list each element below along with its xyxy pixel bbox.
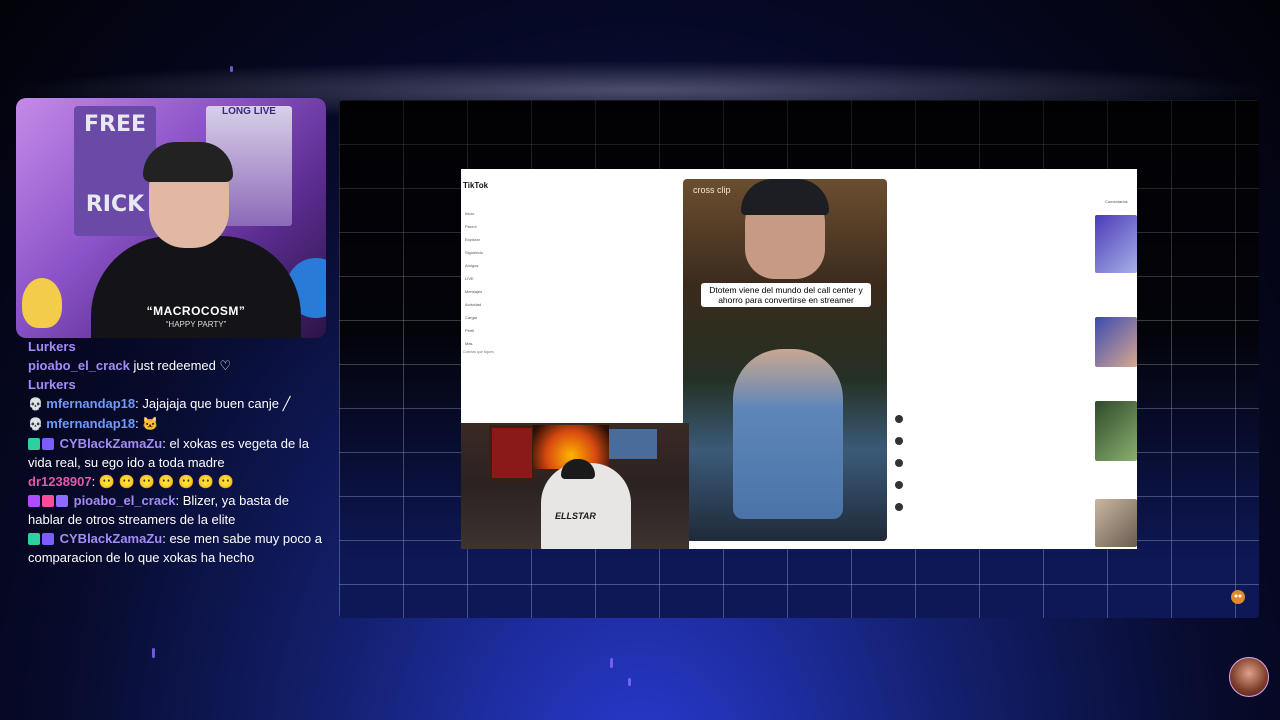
reaction-webcam-overlay: ELLSTAR <box>461 423 689 549</box>
chat-line: Lurkers <box>28 375 328 394</box>
chat-message: : Jajajaja que buen canje ╱ <box>135 396 291 411</box>
reaction-shirt-text: ELLSTAR <box>555 511 596 521</box>
avatar-icon[interactable] <box>895 415 903 423</box>
wall-tv <box>609 429 657 459</box>
gem-badge-icon <box>28 533 40 545</box>
mascot-icon <box>1229 588 1247 606</box>
tiktok-browser-capture: TikTok Inicio Para ti Explorar Siguiendo… <box>461 169 1137 549</box>
chat-line: 💀 mfernandap18: 🐱 <box>28 414 328 434</box>
chat-username: CYBlackZamaZu <box>59 436 163 451</box>
chat-username: dr1238907 <box>28 474 92 489</box>
channel-avatar[interactable] <box>1229 657 1269 697</box>
related-video-thumb[interactable] <box>1095 215 1137 273</box>
hoodie-text: “MACROCOSM” <box>146 304 246 318</box>
tiktok-comments-title: Comentarios <box>1105 199 1128 204</box>
heart-icon[interactable] <box>895 437 903 445</box>
poster-right-text: LONG LIVE <box>222 106 276 117</box>
skull-badge-icon: 💀 <box>28 417 47 431</box>
hands-badge-icon <box>56 495 68 507</box>
comment-icon[interactable] <box>895 459 903 467</box>
tiktok-nav-item[interactable]: Mensajes <box>465 289 525 302</box>
sparkle-decoration <box>152 648 155 658</box>
tiktok-nav-item[interactable]: LIVE <box>465 276 525 289</box>
chat-line: Lurkers <box>28 337 328 356</box>
hoodie-subtext: “HAPPY PARTY” <box>165 320 227 329</box>
share-icon[interactable] <box>895 503 903 511</box>
tiktok-nav-item[interactable]: Siguiendo <box>465 250 525 263</box>
wall-painting <box>489 425 535 481</box>
tiktok-action-bar <box>893 415 907 525</box>
tiktok-nav-item[interactable]: Actividad <box>465 302 525 315</box>
chat-line: CYBlackZamaZu: el xokas es vegeta de la … <box>28 434 328 472</box>
video-hair-top <box>741 179 829 215</box>
related-video-thumb[interactable] <box>1095 499 1137 547</box>
related-video-thumb[interactable] <box>1095 317 1137 367</box>
chat-username: pioabo_el_crack <box>73 493 176 508</box>
poster-line1: FREE <box>83 112 147 137</box>
tiktok-nav-item[interactable]: Explorar <box>465 237 525 250</box>
chat-username: CYBlackZamaZu <box>59 531 163 546</box>
skull-badge-icon: 💀 <box>28 397 47 411</box>
related-video-thumb[interactable] <box>1095 401 1137 461</box>
chat-message: : 🐱 <box>135 416 159 431</box>
tiktok-nav-item[interactable]: Cargar <box>465 315 525 328</box>
tiktok-nav-item[interactable]: Amigos <box>465 263 525 276</box>
chat-line: dr1238907: 😶 😶 😶 😶 😶 😶 😶 <box>28 472 328 491</box>
tiktok-nav-item[interactable]: Para ti <box>465 224 525 237</box>
streamer-webcam: FREE RICK LONG LIVE “MACROCOSM” “HAPPY P… <box>16 98 326 338</box>
tiktok-video-player[interactable]: cross clip Dtotem viene del mundo del ca… <box>683 179 887 541</box>
chat-line: pioabo_el_crack just redeemed ♡ <box>28 356 328 375</box>
tiktok-nav-item[interactable]: Perfil <box>465 328 525 341</box>
sparkle-decoration <box>628 678 631 686</box>
chat-line: 💀 mfernandap18: Jajajaja que buen canje … <box>28 394 328 414</box>
chat-overlay: Lurkers pioabo_el_crack just redeemed ♡ … <box>28 337 328 567</box>
streamer-hair <box>143 142 233 182</box>
heart-badge-icon <box>42 495 54 507</box>
tiktok-following-title: Cuentas que sigues <box>463 350 494 354</box>
tiktok-logo: TikTok <box>463 181 489 190</box>
sparkle-decoration <box>610 658 613 668</box>
sparkle-decoration <box>230 66 233 72</box>
cross-clip-tag: cross clip <box>693 185 731 195</box>
sub-badge-icon <box>42 533 54 545</box>
bookmark-icon[interactable] <box>895 481 903 489</box>
streamer-person: “MACROCOSM” “HAPPY PARTY” <box>91 142 301 338</box>
video-person-bottom <box>733 349 843 519</box>
chat-lurkers-label: Lurkers <box>28 377 76 392</box>
sub-badge-icon <box>42 438 54 450</box>
tiktok-nav-item[interactable]: Inicio <box>465 211 525 224</box>
tiktok-sidebar-nav: Inicio Para ti Explorar Siguiendo Amigos… <box>465 211 525 354</box>
chat-line: pioabo_el_crack: Blizer, ya basta de hab… <box>28 491 328 529</box>
chat-message: just redeemed ♡ <box>129 358 232 373</box>
chat-message: : 😶 😶 😶 😶 😶 😶 😶 <box>91 474 234 489</box>
chat-username: mfernandap18 <box>46 396 136 411</box>
chat-username: pioabo_el_crack <box>28 358 130 373</box>
prime-badge-icon <box>28 495 40 507</box>
gem-badge-icon <box>28 438 40 450</box>
chat-line: CYBlackZamaZu: ese men sabe muy poco a c… <box>28 529 328 567</box>
video-caption: Dtotem viene del mundo del call center y… <box>701 283 871 307</box>
chat-username: mfernandap18 <box>46 416 136 431</box>
yellow-plush <box>22 278 62 328</box>
chat-lurkers-label: Lurkers <box>28 339 76 354</box>
